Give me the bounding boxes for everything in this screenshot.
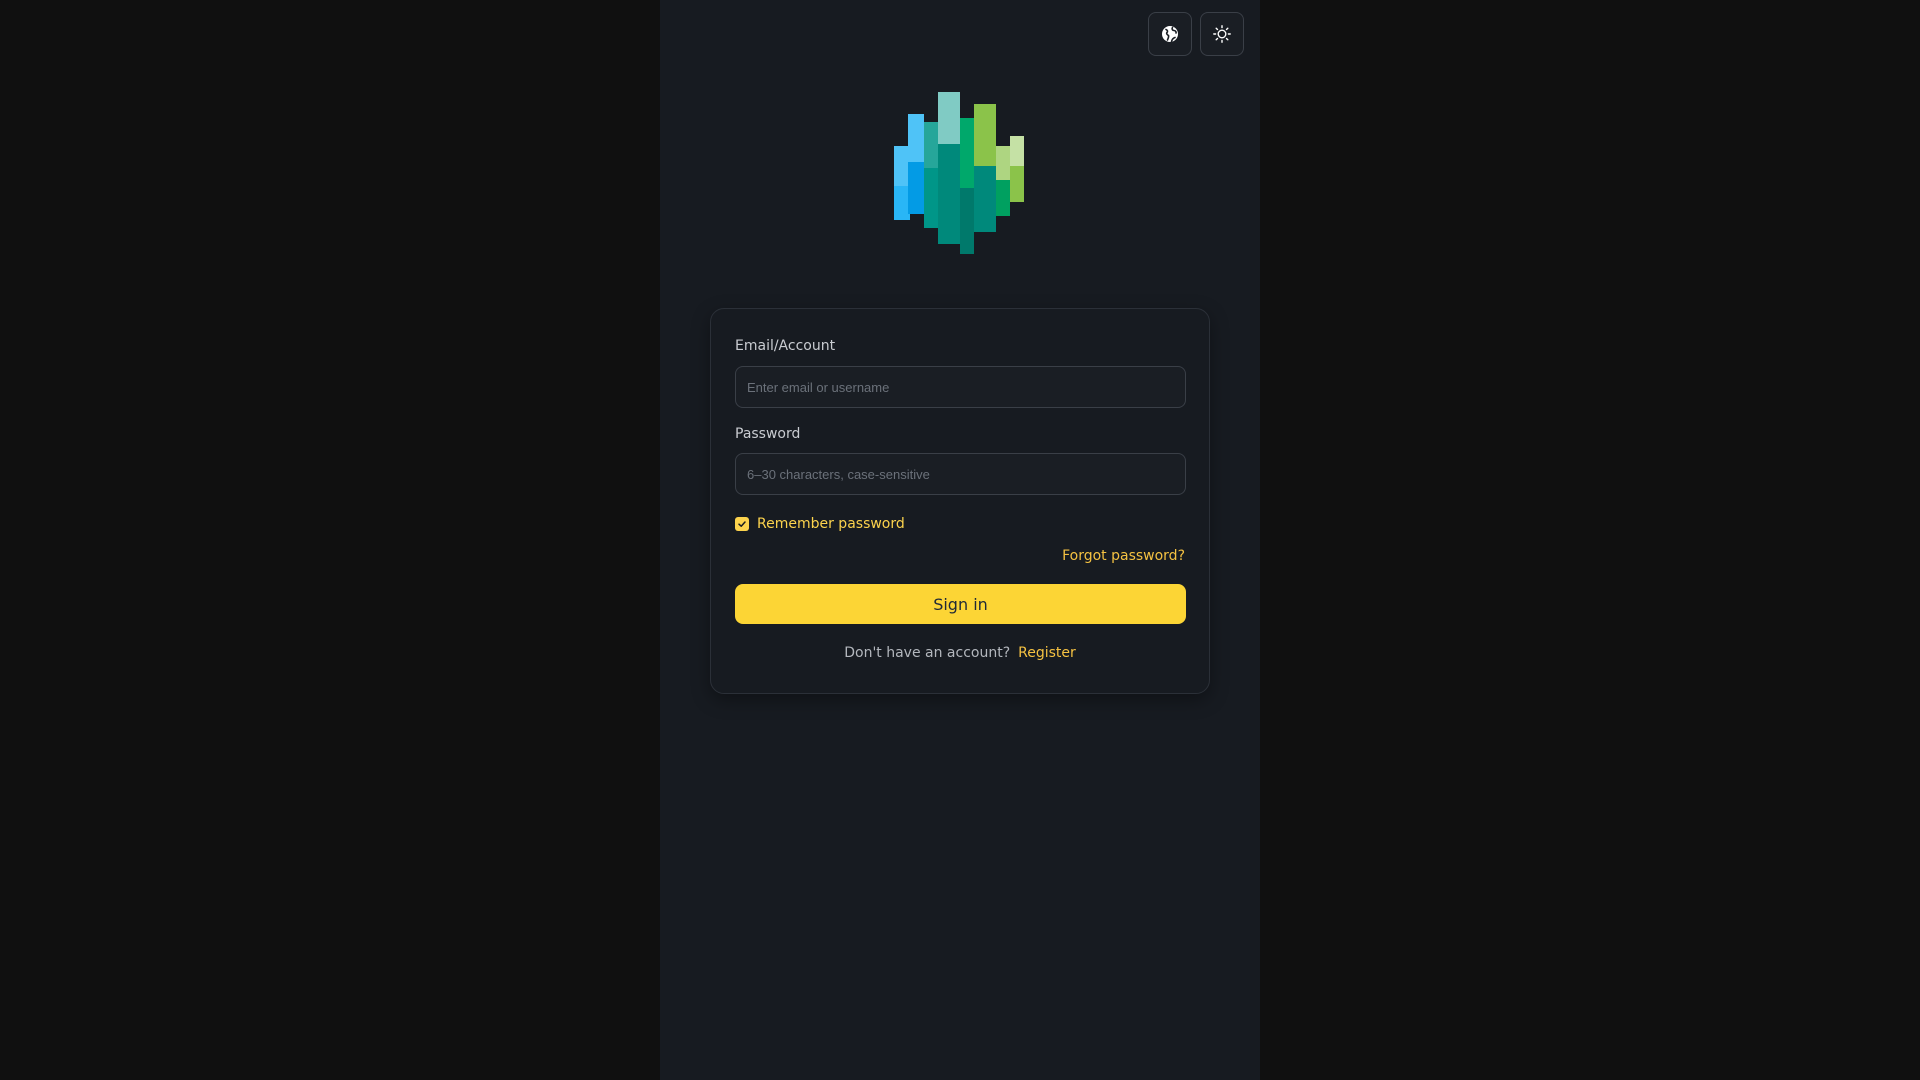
brand-logo (894, 92, 1024, 254)
sun-icon (1213, 25, 1231, 43)
forgot-password-link[interactable]: Forgot password? (1062, 548, 1185, 564)
language-button[interactable] (1148, 12, 1192, 56)
email-label: Email/Account (735, 338, 836, 354)
register-prompt: Don't have an account? Register (711, 645, 1209, 661)
login-form: Email/Account Password Remember password… (710, 308, 1210, 694)
checkmark-icon (738, 521, 746, 527)
theme-toggle-button[interactable] (1200, 12, 1244, 56)
login-column: Email/Account Password Remember password… (660, 0, 1260, 1080)
remember-password-checkbox[interactable]: Remember password (735, 516, 905, 532)
no-account-text: Don't have an account? (844, 645, 1011, 661)
globe-icon (1162, 26, 1178, 43)
checkbox-checked-icon[interactable] (735, 517, 749, 531)
email-input[interactable] (735, 366, 1186, 408)
password-label: Password (735, 426, 801, 442)
register-link[interactable]: Register (1018, 645, 1076, 661)
password-input[interactable] (735, 453, 1186, 495)
remember-password-label: Remember password (757, 516, 905, 532)
sign-in-button[interactable]: Sign in (735, 584, 1186, 624)
